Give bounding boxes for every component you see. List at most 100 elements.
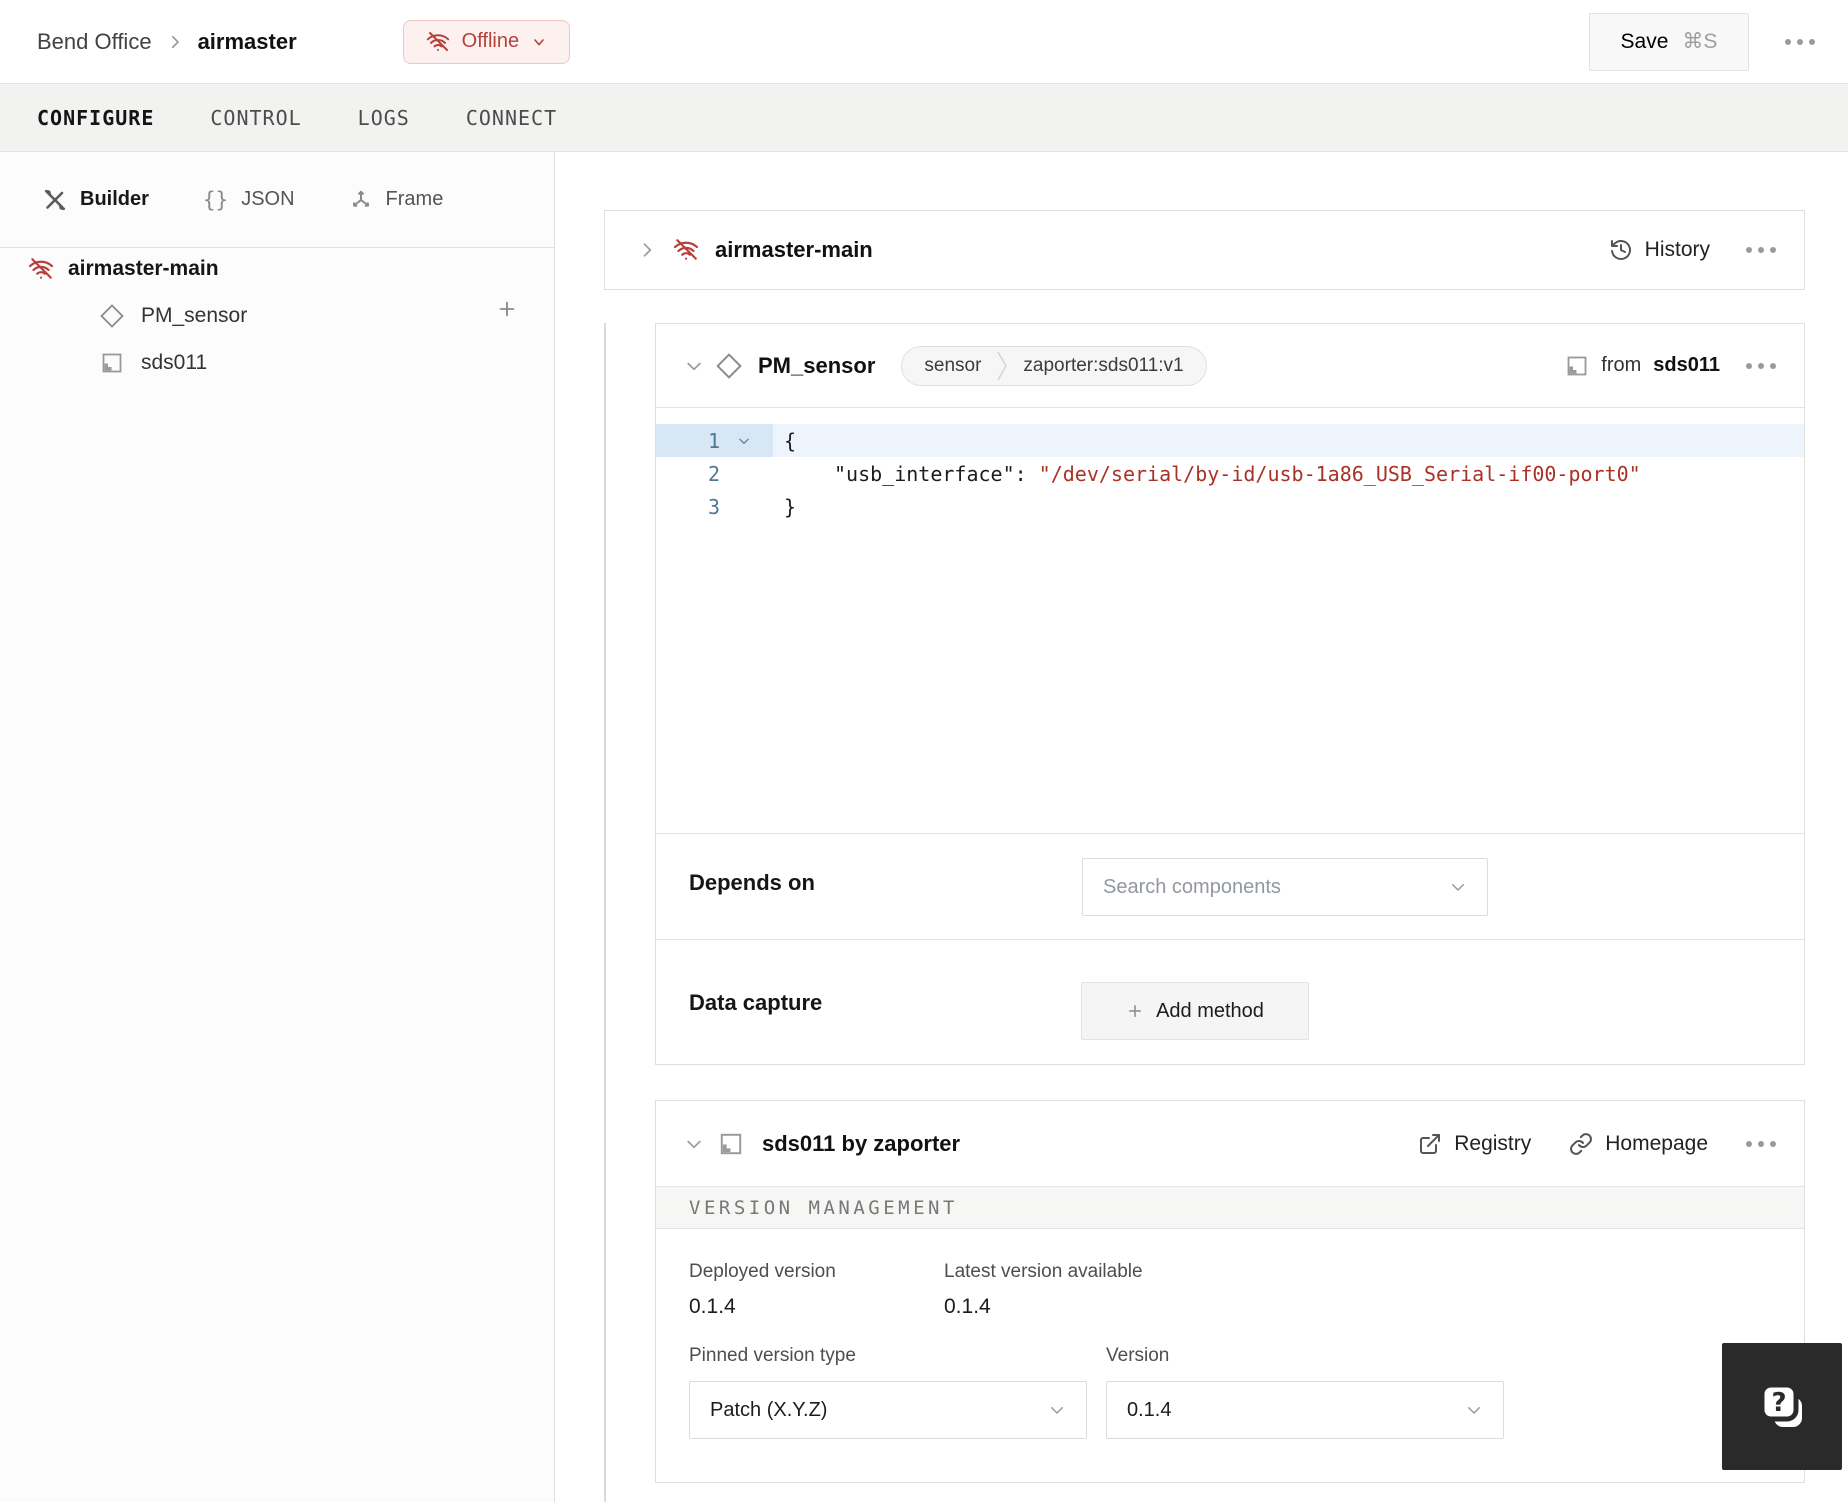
machine-status-badge[interactable]: Offline <box>402 19 571 64</box>
module-card-menu[interactable] <box>1746 1140 1776 1147</box>
component-type-pill: sensor zaporter:sds011:v1 <box>901 345 1207 386</box>
from-module-name: sds011 <box>1653 354 1720 376</box>
code-text: "usb_interface": "/dev/serial/by-id/usb-1… <box>784 462 1641 486</box>
part-card: airmaster-main History <box>604 210 1805 290</box>
part-card-title: airmaster-main <box>715 237 873 262</box>
help-chat-icon: ? <box>1752 1377 1812 1437</box>
breadcrumb-org[interactable]: Bend Office <box>37 29 152 55</box>
pill-separator-icon <box>997 351 1008 381</box>
component-card: PM_sensor sensor zaporter:sds011:v1 from… <box>655 323 1805 1065</box>
add-method-label: Add method <box>1156 999 1264 1022</box>
chevron-down-icon[interactable] <box>684 356 704 376</box>
tree-module-label: sds011 <box>141 351 208 374</box>
deployed-version-value: 0.1.4 <box>689 1295 736 1318</box>
tree-part-label: airmaster-main <box>68 257 219 280</box>
help-button[interactable]: ? <box>1722 1343 1842 1470</box>
breadcrumb-machine: airmaster <box>197 28 297 54</box>
plus-icon <box>1126 1002 1144 1020</box>
svg-text:?: ? <box>1771 1388 1786 1418</box>
wifi-off-icon <box>426 30 450 54</box>
code-line-1[interactable]: 1 { <box>656 424 1804 457</box>
link-icon <box>1569 1132 1593 1156</box>
save-shortcut: ⌘S <box>1682 30 1718 53</box>
depends-on-label: Depends on <box>689 870 815 895</box>
mode-json-label: JSON <box>241 188 295 210</box>
version-value: 0.1.4 <box>1127 1398 1172 1421</box>
line-number: 2 <box>707 461 720 486</box>
tree-component-label: PM_sensor <box>141 304 248 327</box>
version-select[interactable]: 0.1.4 <box>1106 1381 1504 1439</box>
depends-on-select[interactable]: Search components <box>1082 858 1488 916</box>
component-card-menu[interactable] <box>1746 362 1776 369</box>
version-management-header: VERSION MANAGEMENT <box>656 1186 1804 1229</box>
fold-chevron-icon[interactable] <box>720 434 768 448</box>
attributes-code-editor[interactable]: 1 { 2 "usb_interface": "/dev/serial/by-id… <box>656 408 1804 833</box>
homepage-link[interactable]: Homepage <box>1569 1132 1708 1156</box>
diamond-icon <box>100 304 124 328</box>
tab-control[interactable]: CONTROL <box>210 106 301 130</box>
latest-version-field: Latest version available 0.1.4 <box>944 1261 1143 1319</box>
data-capture-section: Data capture Add method <box>656 939 1804 1066</box>
external-link-icon <box>1418 1132 1442 1156</box>
config-sidebar: Builder {} JSON Frame airmaster-main PM_… <box>0 152 555 1502</box>
tab-connect[interactable]: CONNECT <box>466 106 557 130</box>
add-component-button[interactable] <box>496 298 518 320</box>
config-main: airmaster-main History PM_sensor sensor … <box>555 152 1848 1502</box>
tree-item-component[interactable]: PM_sensor <box>0 299 554 333</box>
code-line-3[interactable]: 3 } <box>656 490 1804 523</box>
deployed-version-field: Deployed version 0.1.4 <box>689 1261 944 1319</box>
braces-icon: {} <box>202 187 229 212</box>
module-icon <box>718 1131 744 1157</box>
deployed-version-label: Deployed version <box>689 1261 836 1282</box>
component-type-tag: sensor <box>924 354 982 376</box>
depends-on-placeholder: Search components <box>1103 875 1281 898</box>
save-label: Save <box>1620 29 1669 53</box>
tree-item-module[interactable]: sds011 <box>0 346 554 380</box>
topbar-overflow-menu[interactable] <box>1785 38 1815 45</box>
line-number: 1 <box>707 428 720 453</box>
history-button[interactable]: History <box>1609 238 1710 262</box>
module-icon <box>1565 354 1589 378</box>
chevron-down-icon <box>1048 1401 1066 1419</box>
from-label: from <box>1601 354 1642 376</box>
code-json-key: "usb_interface" <box>834 461 1015 486</box>
chevron-right-icon[interactable] <box>637 240 657 260</box>
mode-frame-label: Frame <box>385 188 444 210</box>
latest-version-value: 0.1.4 <box>944 1295 991 1318</box>
chevron-down-icon <box>1449 878 1467 896</box>
view-mode-switcher: Builder {} JSON Frame <box>0 152 554 248</box>
breadcrumb-chevron-icon <box>166 33 184 51</box>
component-tree: airmaster-main PM_sensor sds011 <box>0 248 554 380</box>
code-text: } <box>784 494 797 519</box>
status-label: Offline <box>461 30 520 52</box>
pinned-version-value: Patch (X.Y.Z) <box>710 1398 828 1421</box>
history-label: History <box>1644 238 1710 261</box>
pinned-version-select[interactable]: Patch (X.Y.Z) <box>689 1381 1087 1439</box>
save-button[interactable]: Save ⌘S <box>1589 12 1749 71</box>
top-bar: Bend Office airmaster Offline Save ⌘S <box>0 0 1848 84</box>
chevron-down-icon[interactable] <box>684 1134 704 1154</box>
chevron-down-icon <box>1465 1401 1483 1419</box>
registry-link[interactable]: Registry <box>1418 1132 1531 1156</box>
add-method-button[interactable]: Add method <box>1081 982 1309 1040</box>
version-label: Version <box>1106 1345 1170 1366</box>
tools-icon <box>43 188 67 212</box>
mode-frame[interactable]: Frame <box>349 188 444 212</box>
latest-version-label: Latest version available <box>944 1261 1143 1282</box>
mode-json[interactable]: {} JSON <box>203 188 295 212</box>
module-card: sds011 by zaporter Registry Homepage VER… <box>655 1100 1805 1483</box>
mode-builder[interactable]: Builder <box>43 188 149 212</box>
component-model-tag: zaporter:sds011:v1 <box>1023 354 1184 376</box>
tab-configure[interactable]: CONFIGURE <box>37 106 154 130</box>
pinned-version-field: Pinned version type Patch (X.Y.Z) <box>689 1345 1087 1439</box>
part-card-menu[interactable] <box>1746 247 1776 253</box>
code-line-2[interactable]: 2 "usb_interface": "/dev/serial/by-id/usb… <box>656 457 1804 490</box>
pinned-version-label: Pinned version type <box>689 1345 856 1366</box>
tab-logs[interactable]: LOGS <box>358 106 410 130</box>
version-management-title: VERSION MANAGEMENT <box>689 1196 958 1219</box>
module-card-title: sds011 by zaporter <box>762 1130 961 1156</box>
mode-builder-label: Builder <box>80 188 149 210</box>
depends-on-section: Depends on Search components <box>656 833 1804 939</box>
tree-item-part[interactable]: airmaster-main <box>0 252 554 286</box>
wifi-off-icon <box>28 256 54 282</box>
